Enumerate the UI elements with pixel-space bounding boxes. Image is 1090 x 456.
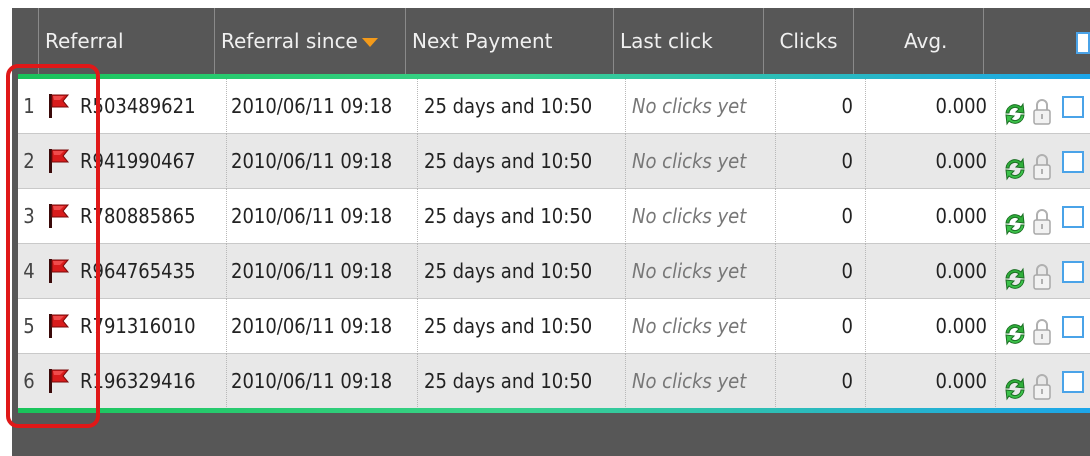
header-next-payment[interactable]: Next Payment — [405, 8, 613, 74]
average-value: 0.000 — [865, 79, 995, 134]
average-value: 0.000 — [865, 189, 995, 244]
referral-since: 2010/06/11 09:18 — [226, 354, 417, 409]
average-value: 0.000 — [865, 244, 995, 299]
row-actions — [995, 189, 1090, 244]
table-row[interactable]: 4 R964765435 2010/06/11 09:18 25 days an… — [18, 244, 1090, 299]
flag-column-highlight — [6, 64, 100, 428]
referral-since: 2010/06/11 09:18 — [226, 189, 417, 244]
row-checkbox[interactable] — [1062, 96, 1084, 118]
table-row[interactable]: 6 R196329416 2010/06/11 09:18 25 days an… — [18, 354, 1090, 409]
referral-since: 2010/06/11 09:18 — [226, 79, 417, 134]
last-click: No clicks yet — [625, 79, 775, 134]
header-referral-label: Referral — [45, 29, 124, 53]
average-value: 0.000 — [865, 354, 995, 409]
clicks-count: 0 — [775, 134, 865, 189]
clicks-count: 0 — [775, 354, 865, 409]
average-value: 0.000 — [865, 299, 995, 354]
next-payment: 25 days and 10:50 — [417, 244, 625, 299]
next-payment: 25 days and 10:50 — [417, 189, 625, 244]
table-header: Referral Referral since Next Payment Las… — [12, 8, 1090, 74]
referral-since: 2010/06/11 09:18 — [226, 299, 417, 354]
header-referral-since[interactable]: Referral since — [214, 8, 405, 74]
row-checkbox[interactable] — [1062, 151, 1084, 173]
row-actions — [995, 244, 1090, 299]
average-value: 0.000 — [865, 134, 995, 189]
table-row[interactable]: 5 R791316010 2010/06/11 09:18 25 days an… — [18, 299, 1090, 354]
table-row[interactable]: 2 R941990467 2010/06/11 09:18 25 days an… — [18, 134, 1090, 189]
clicks-count: 0 — [775, 189, 865, 244]
header-last-click[interactable]: Last click — [613, 8, 763, 74]
clicks-count: 0 — [775, 244, 865, 299]
header-avg-label: Avg. — [904, 29, 948, 53]
referral-since: 2010/06/11 09:18 — [226, 244, 417, 299]
row-actions — [995, 79, 1090, 134]
sort-desc-arrow-icon — [361, 38, 378, 47]
row-checkbox[interactable] — [1062, 371, 1084, 393]
header-next-payment-label: Next Payment — [412, 29, 553, 53]
header-clicks-label: Clicks — [779, 29, 838, 53]
next-payment: 25 days and 10:50 — [417, 79, 625, 134]
row-actions — [995, 354, 1090, 409]
header-clicks[interactable]: Clicks — [763, 8, 853, 74]
last-click: No clicks yet — [625, 354, 775, 409]
last-click: No clicks yet — [625, 189, 775, 244]
row-actions — [995, 299, 1090, 354]
header-avg[interactable]: Avg. — [853, 8, 983, 74]
table-body: 1 R503489621 2010/06/11 09:18 25 days an… — [18, 79, 1090, 409]
row-checkbox[interactable] — [1062, 261, 1084, 283]
next-payment: 25 days and 10:50 — [417, 354, 625, 409]
clicks-count: 0 — [775, 79, 865, 134]
header-actions — [983, 8, 1090, 74]
recycle-icon[interactable] — [1002, 368, 1028, 423]
lock-icon[interactable] — [1032, 367, 1052, 422]
row-checkbox[interactable] — [1062, 316, 1084, 338]
header-referral-since-label: Referral since — [221, 29, 358, 53]
next-payment: 25 days and 10:50 — [417, 134, 625, 189]
last-click: No clicks yet — [625, 244, 775, 299]
row-checkbox[interactable] — [1062, 206, 1084, 228]
table-row[interactable]: 1 R503489621 2010/06/11 09:18 25 days an… — [18, 79, 1090, 134]
footer-divider-band — [18, 408, 1090, 413]
row-actions — [995, 134, 1090, 189]
referrals-table: Referral Referral since Next Payment Las… — [12, 8, 1090, 456]
header-last-click-label: Last click — [620, 29, 713, 53]
referral-since: 2010/06/11 09:18 — [226, 134, 417, 189]
last-click: No clicks yet — [625, 134, 775, 189]
next-payment: 25 days and 10:50 — [417, 299, 625, 354]
select-all-checkbox[interactable] — [1076, 32, 1090, 54]
clicks-count: 0 — [775, 299, 865, 354]
table-row[interactable]: 3 R780885865 2010/06/11 09:18 25 days an… — [18, 189, 1090, 244]
last-click: No clicks yet — [625, 299, 775, 354]
